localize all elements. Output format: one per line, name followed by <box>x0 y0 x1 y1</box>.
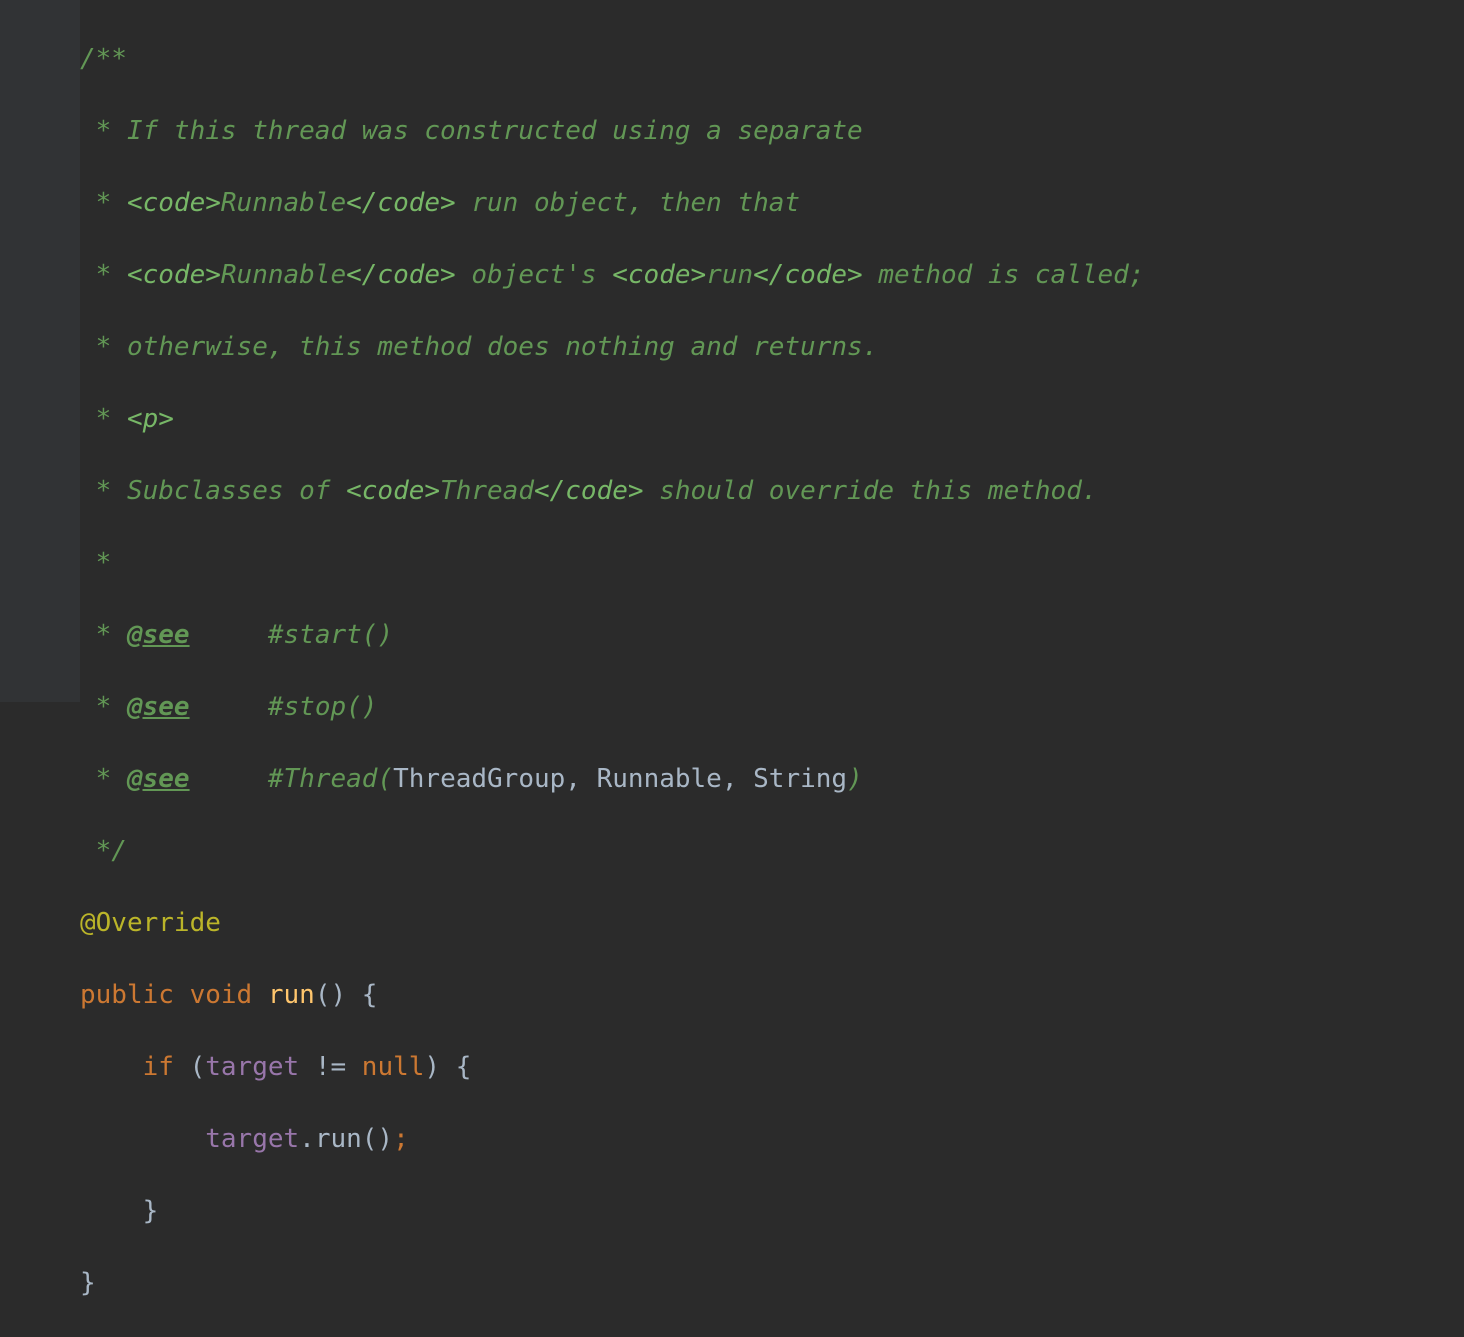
javadoc-markup: <code> <box>127 188 221 218</box>
javadoc-text: object's <box>471 260 612 290</box>
code-line: } <box>80 1265 1464 1301</box>
javadoc-markup: <p> <box>127 404 174 434</box>
method-name-run: run <box>268 980 315 1010</box>
brace: ) { <box>424 1052 471 1082</box>
op-neq: != <box>299 1052 362 1082</box>
code-line: @Override <box>80 905 1464 941</box>
code-line: * Subclasses of <code>Thread</code> shou… <box>80 473 1464 509</box>
field-target: target <box>205 1124 299 1154</box>
code-line: * @see #start() <box>80 617 1464 653</box>
dot: . <box>299 1124 315 1154</box>
javadoc-ref: #Thread( <box>268 764 393 794</box>
indent <box>80 1124 205 1154</box>
javadoc-markup: </code> <box>346 188 471 218</box>
annotation-override: @Override <box>80 908 221 938</box>
javadoc-text: Subclasses of <box>127 476 346 506</box>
javadoc-text: method is called; <box>878 260 1144 290</box>
keyword-if: if <box>143 1052 174 1082</box>
keyword-null: null <box>362 1052 425 1082</box>
javadoc-ref: #stop() <box>268 692 378 722</box>
code-line: target.run(); <box>80 1121 1464 1157</box>
field-target: target <box>205 1052 299 1082</box>
code-line: * <code>Runnable</code> run object, then… <box>80 185 1464 221</box>
javadoc-close: */ <box>80 836 127 866</box>
javadoc-text: Runnable <box>221 260 346 290</box>
paren: () <box>362 1124 393 1154</box>
editor-gutter <box>0 0 80 702</box>
javadoc-tag-see: @see <box>127 620 190 650</box>
code-line: * If this thread was constructed using a… <box>80 113 1464 149</box>
brace: } <box>80 1268 96 1298</box>
paren: ( <box>174 1052 205 1082</box>
javadoc-markup: <code> <box>612 260 706 290</box>
javadoc-ref: ) <box>847 764 863 794</box>
javadoc-tag-see: @see <box>127 764 190 794</box>
javadoc-text: otherwise, this method does nothing and … <box>127 332 878 362</box>
javadoc-star: * <box>80 404 127 434</box>
code-line: * <p> <box>80 401 1464 437</box>
javadoc-markup: <code> <box>346 476 440 506</box>
javadoc-text: Runnable <box>221 188 346 218</box>
javadoc-text: should override this method. <box>659 476 1097 506</box>
javadoc-markup: </code> <box>534 476 659 506</box>
keyword-public: public <box>80 980 174 1010</box>
javadoc-space <box>190 692 268 722</box>
javadoc-text: Thread <box>440 476 534 506</box>
semicolon: ; <box>393 1124 409 1154</box>
javadoc-ref: #start() <box>268 620 393 650</box>
code-editor[interactable]: /** * If this thread was constructed usi… <box>80 5 1464 1337</box>
javadoc-star: * <box>80 188 127 218</box>
keyword-void: void <box>190 980 253 1010</box>
code-line: * <code>Runnable</code> object's <code>r… <box>80 257 1464 293</box>
code-line: * @see #stop() <box>80 689 1464 725</box>
code-line: /** <box>80 41 1464 77</box>
javadoc-star: * <box>80 548 111 578</box>
javadoc-text: run object, then that <box>471 188 800 218</box>
javadoc-star: * <box>80 476 127 506</box>
javadoc-space <box>190 764 268 794</box>
javadoc-markup: <code> <box>127 260 221 290</box>
brace: () { <box>315 980 378 1010</box>
javadoc-star: * <box>80 332 127 362</box>
method-call-run: run <box>315 1124 362 1154</box>
space <box>252 980 268 1010</box>
javadoc-star: * <box>80 116 127 146</box>
code-line: * @see #Thread(ThreadGroup, Runnable, St… <box>80 761 1464 797</box>
code-line: */ <box>80 833 1464 869</box>
javadoc-ref-params: ThreadGroup, Runnable, String <box>393 764 847 794</box>
javadoc-star: * <box>80 620 127 650</box>
brace: } <box>80 1196 158 1226</box>
space <box>174 980 190 1010</box>
javadoc-star: * <box>80 764 127 794</box>
javadoc-text: run <box>706 260 753 290</box>
javadoc-star: * <box>80 260 127 290</box>
javadoc-tag-see: @see <box>127 692 190 722</box>
code-line: } <box>80 1193 1464 1229</box>
javadoc-markup: </code> <box>753 260 878 290</box>
javadoc-space <box>190 620 268 650</box>
code-line: if (target != null) { <box>80 1049 1464 1085</box>
javadoc-text: If this thread was constructed using a s… <box>127 116 863 146</box>
javadoc-open: /** <box>80 44 127 74</box>
javadoc-markup: </code> <box>346 260 471 290</box>
indent <box>80 1052 143 1082</box>
code-line: public void run() { <box>80 977 1464 1013</box>
code-line: * otherwise, this method does nothing an… <box>80 329 1464 365</box>
code-line: * <box>80 545 1464 581</box>
javadoc-star: * <box>80 692 127 722</box>
